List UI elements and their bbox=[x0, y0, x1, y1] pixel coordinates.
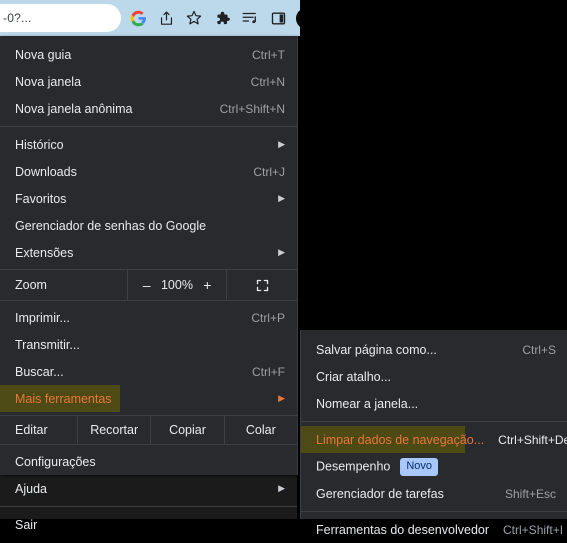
menu-item-label: Imprimir... bbox=[15, 310, 70, 325]
address-bar-text: -0?... bbox=[3, 11, 32, 25]
menu-item-shortcut: Ctrl+P bbox=[251, 310, 285, 325]
menu-item-label: Ferramentas do desenvolvedor bbox=[316, 522, 490, 537]
chevron-right-icon: ▶ bbox=[278, 139, 285, 149]
avatar-icon[interactable] bbox=[292, 4, 300, 32]
menu-item-shortcut: Ctrl+Shift+N bbox=[219, 101, 285, 116]
zoom-controls: – 100% + bbox=[128, 270, 227, 300]
menu-item-label: Nomear a janela... bbox=[316, 396, 419, 411]
mais-ferramentas-submenu: Salvar página como... Ctrl+S Criar atalh… bbox=[300, 330, 567, 537]
submenu-item-desempenho[interactable]: Desempenho Novo bbox=[301, 453, 567, 480]
chevron-right-icon: ▶ bbox=[278, 193, 285, 203]
menu-separator bbox=[0, 506, 297, 507]
extensions-puzzle-icon[interactable] bbox=[208, 4, 236, 32]
menu-item-imprimir[interactable]: Imprimir... Ctrl+P bbox=[0, 304, 297, 331]
browser-toolbar: -0?... bbox=[0, 0, 300, 36]
menu-item-sair[interactable]: Sair bbox=[0, 511, 297, 538]
menu-item-configuracoes[interactable]: Configurações bbox=[0, 448, 297, 475]
submenu-item-limpar-dados-de-navegacao[interactable]: Limpar dados de navegação... Ctrl+Shift+… bbox=[301, 426, 567, 453]
paste-button[interactable]: Colar bbox=[225, 416, 297, 444]
menu-item-buscar[interactable]: Buscar... Ctrl+F bbox=[0, 358, 297, 385]
menu-item-label: Transmitir... bbox=[15, 337, 80, 352]
menu-item-label: Histórico bbox=[15, 137, 64, 152]
zoom-row: Zoom – 100% + bbox=[0, 269, 297, 301]
menu-item-downloads[interactable]: Downloads Ctrl+J bbox=[0, 158, 297, 185]
menu-item-label: Salvar página como... bbox=[316, 342, 437, 357]
bookmark-star-icon[interactable] bbox=[180, 4, 208, 32]
menu-item-label: Gerenciador de tarefas bbox=[316, 486, 444, 501]
menu-item-label: Nova janela bbox=[15, 74, 82, 89]
menu-item-shortcut: Ctrl+N bbox=[250, 74, 285, 89]
menu-item-extensoes[interactable]: Extensões ▶ bbox=[0, 239, 297, 266]
menu-item-transmitir[interactable]: Transmitir... bbox=[0, 331, 297, 358]
menu-item-gerenciador-de-senhas[interactable]: Gerenciador de senhas do Google bbox=[0, 212, 297, 239]
menu-item-label: Extensões bbox=[15, 245, 74, 260]
zoom-label: Zoom bbox=[0, 270, 128, 300]
menu-separator bbox=[301, 421, 567, 422]
menu-separator bbox=[301, 511, 567, 512]
novo-badge: Novo bbox=[400, 457, 439, 476]
menu-item-label: Criar atalho... bbox=[316, 369, 392, 384]
side-panel-icon[interactable] bbox=[264, 4, 292, 32]
submenu-item-ferramentas-do-desenvolvedor[interactable]: Ferramentas do desenvolvedor Ctrl+Shift+… bbox=[301, 516, 567, 543]
menu-item-label: Configurações bbox=[15, 454, 96, 469]
menu-item-shortcut: Ctrl+T bbox=[252, 47, 285, 62]
zoom-in-button[interactable]: + bbox=[196, 277, 218, 293]
desempenho-text: Desempenho bbox=[316, 458, 391, 473]
menu-item-label: Ajuda bbox=[15, 481, 47, 496]
menu-item-label: Gerenciador de senhas do Google bbox=[15, 218, 207, 233]
menu-item-label: Nova janela anônima bbox=[15, 101, 133, 116]
copy-button[interactable]: Copiar bbox=[151, 416, 225, 444]
address-bar[interactable]: -0?... bbox=[0, 4, 121, 32]
chevron-right-icon: ▶ bbox=[278, 247, 285, 257]
menu-item-label: Limpar dados de navegação... bbox=[316, 432, 485, 447]
menu-item-shortcut: Shift+Esc bbox=[504, 486, 556, 501]
menu-item-label: Favoritos bbox=[15, 191, 67, 206]
share-icon[interactable] bbox=[152, 4, 180, 32]
zoom-out-button[interactable]: – bbox=[136, 277, 158, 293]
cut-button[interactable]: Recortar bbox=[78, 416, 152, 444]
chrome-main-menu: Nova guia Ctrl+T Nova janela Ctrl+N Nova… bbox=[0, 36, 298, 532]
menu-item-favoritos[interactable]: Favoritos ▶ bbox=[0, 185, 297, 212]
menu-item-label: Nova guia bbox=[15, 47, 72, 62]
media-playlist-icon[interactable] bbox=[236, 4, 264, 32]
fullscreen-button[interactable] bbox=[227, 270, 297, 300]
menu-item-shortcut: Ctrl+S bbox=[522, 342, 556, 357]
menu-item-mais-ferramentas[interactable]: Mais ferramentas ▶ bbox=[0, 385, 297, 412]
menu-item-nova-janela-anonima[interactable]: Nova janela anônima Ctrl+Shift+N bbox=[0, 95, 297, 122]
menu-item-shortcut: Ctrl+Shift+Del bbox=[498, 432, 567, 447]
chevron-right-icon: ▶ bbox=[278, 393, 285, 403]
edit-row: Editar Recortar Copiar Colar bbox=[0, 415, 297, 445]
menu-item-nova-guia[interactable]: Nova guia Ctrl+T bbox=[0, 41, 297, 68]
menu-item-ajuda[interactable]: Ajuda ▶ bbox=[0, 475, 297, 502]
menu-item-label: Sair bbox=[15, 517, 38, 532]
menu-item-shortcut: Ctrl+J bbox=[253, 164, 285, 179]
menu-item-historico[interactable]: Histórico ▶ bbox=[0, 131, 297, 158]
chevron-right-icon: ▶ bbox=[278, 483, 285, 493]
menu-item-label: Buscar... bbox=[15, 364, 64, 379]
submenu-item-nomear-a-janela[interactable]: Nomear a janela... bbox=[301, 390, 567, 417]
menu-item-label: Downloads bbox=[15, 164, 77, 179]
menu-item-shortcut: Ctrl+Shift+I bbox=[503, 522, 564, 537]
menu-separator bbox=[0, 126, 297, 127]
submenu-item-salvar-pagina-como[interactable]: Salvar página como... Ctrl+S bbox=[301, 336, 567, 363]
google-icon[interactable] bbox=[124, 4, 152, 32]
submenu-item-gerenciador-de-tarefas[interactable]: Gerenciador de tarefas Shift+Esc bbox=[301, 480, 567, 507]
menu-item-label: Mais ferramentas bbox=[15, 391, 112, 406]
edit-label: Editar bbox=[0, 416, 78, 444]
zoom-level-value: 100% bbox=[160, 278, 193, 292]
submenu-item-criar-atalho[interactable]: Criar atalho... bbox=[301, 363, 567, 390]
menu-item-nova-janela[interactable]: Nova janela Ctrl+N bbox=[0, 68, 297, 95]
menu-item-label: Desempenho Novo bbox=[316, 457, 556, 476]
menu-item-shortcut: Ctrl+F bbox=[252, 364, 285, 379]
